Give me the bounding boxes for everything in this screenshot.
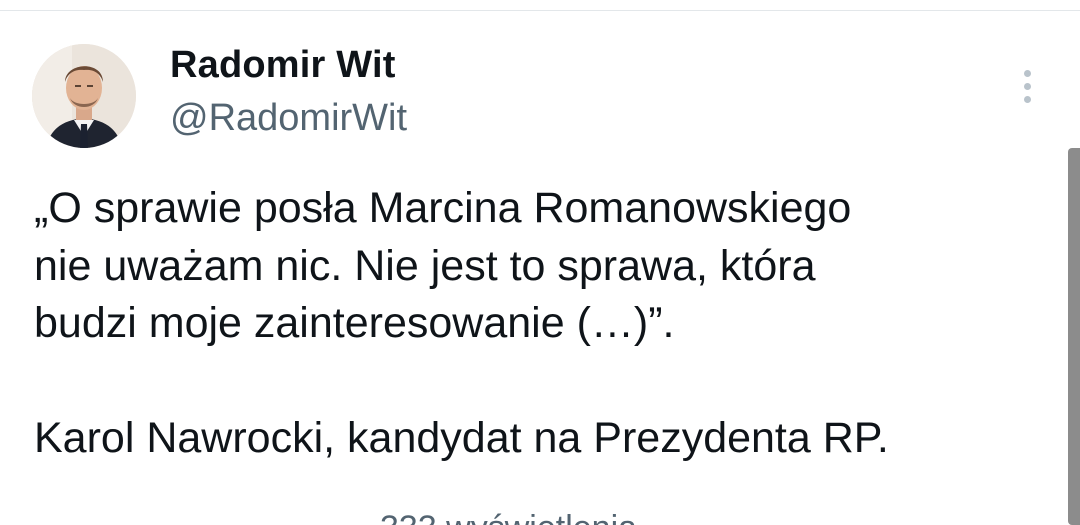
tweet-text-line: nie uważam nic. Nie jest to sprawa, któr…	[34, 241, 816, 290]
avatar[interactable]	[32, 44, 136, 148]
top-divider	[0, 10, 1080, 11]
more-options-button[interactable]	[1010, 64, 1044, 108]
tweet-text: „O sprawie posła Marcina Romanowskiego n…	[34, 180, 1034, 468]
more-vertical-icon-dot	[1023, 82, 1031, 90]
avatar-portrait-icon	[32, 44, 136, 148]
tweet-attribution: Karol Nawrocki, kandydat na Prezydenta R…	[34, 414, 889, 462]
tweet-text-line: budzi moje zainteresowanie (…)”.	[34, 299, 675, 347]
author-name[interactable]: Radomir Wit	[170, 44, 396, 87]
more-vertical-icon	[1023, 69, 1031, 77]
tweet-page: Radomir Wit @RadomirWit „O sprawie posła…	[0, 0, 1080, 525]
author-handle[interactable]: @RadomirWit	[170, 97, 407, 140]
tweet-text-line: „O sprawie posła Marcina Romanowskiego	[34, 184, 852, 232]
scrollbar[interactable]	[1068, 148, 1080, 525]
more-vertical-icon-dot	[1023, 95, 1031, 103]
view-count-partial: 333 wyświetlenia	[380, 509, 637, 525]
